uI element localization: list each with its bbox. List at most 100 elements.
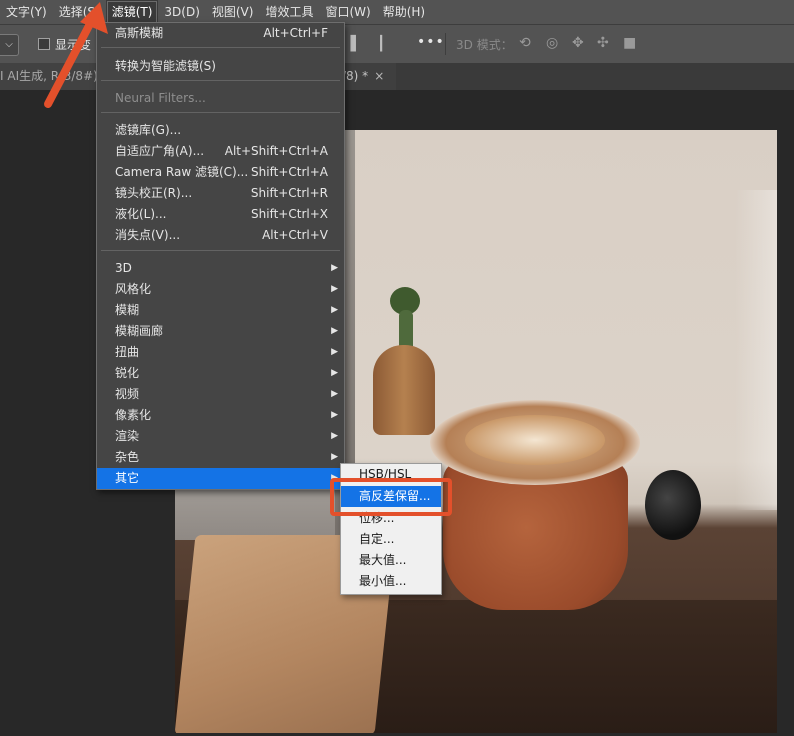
menu-type[interactable]: 文字(Y) [0,0,53,24]
menu-select[interactable]: 选择(S) [53,0,106,24]
filter-menu-item-label: 风格化 [115,282,152,296]
menu-3d[interactable]: 3D(D) [158,0,205,24]
3d-scale-icon[interactable]: ■ [623,35,636,51]
menu-plugins[interactable]: 增效工具 [259,0,319,24]
distribute-icon[interactable]: ┃ [377,36,385,52]
menu-bar: 文字(Y) 选择(S) 滤镜(T) 3D(D) 视图(V) 增效工具 窗口(W)… [0,0,794,24]
filter-menu-item-shortcut: Shift+Ctrl+A [251,165,328,179]
filter-menu: 高斯模糊 Alt+Ctrl+F 转换为智能滤镜(S) Neural Filters..… [96,22,345,490]
other-submenu-item[interactable]: 自定... [341,529,441,550]
filter-menu-item[interactable]: 高斯模糊 Alt+Ctrl+F [97,23,344,44]
filter-menu-item-label: Camera Raw 滤镜(C)... [115,165,249,179]
filter-menu-item[interactable]: 锐化 ▶ [97,363,344,384]
other-submenu-item-label: 自定... [359,532,395,546]
3d-roll-icon[interactable]: ◎ [546,35,558,51]
3d-orbit-icon[interactable]: ⟲ [519,35,531,51]
filter-menu-item-label: 渲染 [115,429,140,443]
filter-menu-item[interactable]: 消失点(V)... Alt+Ctrl+V [97,225,344,246]
align-bottom-icon[interactable]: ▐ [345,36,356,52]
chevron-down-icon: ⌵ [5,39,13,50]
highlight-callout-box [330,478,452,516]
filter-menu-item-label: 模糊画廊 [115,324,164,338]
menu-divider [101,250,340,251]
menu-help[interactable]: 帮助(H) [377,0,431,24]
filter-menu-item[interactable]: 3D ▶ [97,258,344,279]
photo-mug-handle [645,470,701,540]
filter-menu-item-shortcut: Shift+Ctrl+X [251,207,328,221]
filter-menu-item-label: 镜头校正(R)... [115,186,193,200]
tool-preset-dropdown[interactable]: ⌵ [0,34,19,56]
filter-menu-item-label: 高斯模糊 [115,26,164,40]
filter-menu-item-label: 锐化 [115,366,140,380]
filter-menu-item-label: 3D [115,261,132,275]
filter-menu-item[interactable]: 视频 ▶ [97,384,344,405]
filter-menu-item[interactable]: 杂色 ▶ [97,447,344,468]
submenu-arrow-icon: ▶ [331,368,338,378]
other-submenu-item-label: 最小值... [359,574,407,588]
submenu-arrow-icon: ▶ [331,284,338,294]
filter-menu-item-label: 像素化 [115,408,152,422]
submenu-arrow-icon: ▶ [331,305,338,315]
filter-menu-item-shortcut: Alt+Shift+Ctrl+A [224,144,328,158]
filter-menu-item[interactable]: 扭曲 ▶ [97,342,344,363]
filter-menu-item[interactable]: Camera Raw 滤镜(C)... Shift+Ctrl+A [97,162,344,183]
show-transform-label: 显示变 [55,38,92,52]
filter-menu-item-shortcut: Alt+Ctrl+V [262,228,328,242]
filter-menu-item-shortcut: Alt+Ctrl+F [263,26,328,40]
submenu-arrow-icon: ▶ [331,389,338,399]
other-submenu-item-label: 最大值... [359,553,407,567]
more-options-icon[interactable]: ••• [417,34,445,50]
submenu-arrow-icon: ▶ [331,263,338,273]
filter-menu-item[interactable]: 自适应广角(A)... Alt+Shift+Ctrl+A [97,141,344,162]
filter-menu-item[interactable]: 转换为智能滤镜(S) [97,56,344,77]
filter-menu-item-label: Neural Filters... [115,91,206,105]
filter-menu-item[interactable]: 模糊 ▶ [97,300,344,321]
other-submenu-item[interactable]: 最小值... [341,571,441,592]
filter-menu-item-label: 视频 [115,387,140,401]
filter-menu-item-label: 液化(L)... [115,207,167,221]
3d-slide-icon[interactable]: ✣ [597,35,609,51]
filter-menu-item-label: 其它 [115,471,140,485]
wall-light [735,190,777,510]
document-tab-title: /8) * [342,69,369,83]
menu-divider [101,112,340,113]
submenu-arrow-icon: ▶ [331,452,338,462]
menu-filter[interactable]: 滤镜(T) [105,0,159,24]
filter-menu-item[interactable]: 其它 ▶ [97,468,344,489]
filter-menu-item[interactable]: 像素化 ▶ [97,405,344,426]
filter-menu-item[interactable]: 模糊画廊 ▶ [97,321,344,342]
filter-menu-item[interactable]: 渲染 ▶ [97,426,344,447]
document-tab-title: I AI生成, R(3/8#) [0,69,96,83]
close-icon[interactable]: × [374,69,384,83]
filter-menu-item-label: 杂色 [115,450,140,464]
filter-menu-item: Neural Filters... [97,88,344,109]
filter-menu-item-label: 扭曲 [115,345,140,359]
menu-divider [101,80,340,81]
menu-divider [101,47,340,48]
filter-menu-item-label: 自适应广角(A)... [115,144,205,158]
filter-menu-item-label: 转换为智能滤镜(S) [115,59,216,73]
filter-menu-item-label: 模糊 [115,303,140,317]
submenu-arrow-icon: ▶ [331,431,338,441]
filter-menu-item-label: 滤镜库(G)... [115,123,182,137]
filter-menu-item[interactable]: 风格化 ▶ [97,279,344,300]
show-transform-checkbox[interactable] [38,38,50,50]
3d-pan-icon[interactable]: ✥ [572,35,584,51]
submenu-arrow-icon: ▶ [331,410,338,420]
submenu-arrow-icon: ▶ [331,347,338,357]
filter-menu-item-shortcut: Shift+Ctrl+R [250,186,328,200]
document-tab-active[interactable]: /8) * × [342,63,396,90]
menu-view[interactable]: 视图(V) [206,0,260,24]
submenu-arrow-icon: ▶ [331,326,338,336]
photo-wooden-holder [373,345,435,435]
menu-window[interactable]: 窗口(W) [319,0,376,24]
other-submenu-item[interactable]: 最大值... [341,550,441,571]
filter-menu-item[interactable]: 镜头校正(R)... Shift+Ctrl+R [97,183,344,204]
3d-mode-label: 3D 模式： [456,38,513,52]
toolbar-divider [445,33,446,55]
document-tab[interactable]: I AI生成, R(3/8#) [0,63,96,90]
filter-menu-item[interactable]: 滤镜库(G)... [97,120,344,141]
filter-menu-item[interactable]: 液化(L)... Shift+Ctrl+X [97,204,344,225]
filter-menu-item-label: 消失点(V)... [115,228,181,242]
photo-latte-art [465,415,605,465]
